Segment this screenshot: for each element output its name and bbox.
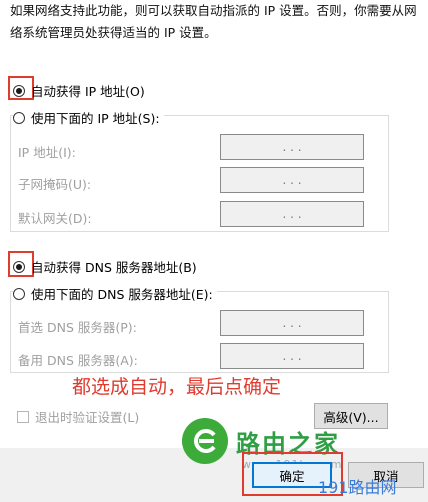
radio-manual-dns-indicator[interactable] <box>13 287 25 300</box>
watermark-logo-icon <box>182 418 228 464</box>
radio-manual-dns[interactable]: 使用下面的 DNS 服务器地址(E): <box>13 284 217 303</box>
radio-auto-ip[interactable]: 自动获得 IP 地址(O) <box>13 81 145 100</box>
preferred-dns-dots: . . . <box>282 316 302 330</box>
radio-auto-ip-label: 自动获得 IP 地址(O) <box>31 84 145 99</box>
description-text: 如果网络支持此功能，则可以获取自动指派的 IP 设置。否则，你需要从网络系统管理… <box>10 3 417 40</box>
ok-button-label: 确定 <box>279 468 305 484</box>
radio-manual-ip[interactable]: 使用下面的 IP 地址(S): <box>13 108 164 127</box>
preferred-dns-label: 首选 DNS 服务器(P): <box>18 320 137 335</box>
default-gateway-label: 默认网关(D): <box>18 211 92 226</box>
radio-manual-ip-label: 使用下面的 IP 地址(S): <box>31 111 160 126</box>
validate-checkbox-box[interactable] <box>17 410 29 423</box>
radio-auto-dns-indicator[interactable] <box>13 260 25 273</box>
radio-manual-ip-indicator[interactable] <box>13 111 25 124</box>
ip-address-dots: . . . <box>282 140 302 154</box>
advanced-button-label: 高级(V)... <box>323 409 379 425</box>
default-gateway-input: . . . <box>220 201 364 227</box>
preferred-dns-input: . . . <box>220 310 364 336</box>
radio-manual-dns-label: 使用下面的 DNS 服务器地址(E): <box>31 287 213 302</box>
alternate-dns-dots: . . . <box>282 349 302 363</box>
ip-address-input: . . . <box>220 134 364 160</box>
validate-checkbox-label: 退出时验证设置(L) <box>35 410 140 425</box>
corner-watermark: 191路由网 <box>318 474 397 498</box>
default-gateway-dots: . . . <box>282 207 302 221</box>
router-logo-icon <box>194 429 216 453</box>
subnet-mask-label: 子网掩码(U): <box>18 177 92 192</box>
radio-auto-dns[interactable]: 自动获得 DNS 服务器地址(B) <box>13 257 197 276</box>
annotation-text: 都选成自动，最后点确定 <box>72 376 282 398</box>
ip-address-label: IP 地址(I): <box>18 145 76 160</box>
alternate-dns-label: 备用 DNS 服务器(A): <box>18 353 138 368</box>
validate-settings-checkbox[interactable]: 退出时验证设置(L) <box>17 407 139 426</box>
subnet-mask-dots: . . . <box>282 173 302 187</box>
alternate-dns-input: . . . <box>220 343 364 369</box>
radio-auto-ip-indicator[interactable] <box>13 84 25 97</box>
radio-auto-dns-label: 自动获得 DNS 服务器地址(B) <box>31 260 197 275</box>
subnet-mask-input: . . . <box>220 167 364 193</box>
corner-watermark-text: 191路由网 <box>318 478 397 497</box>
